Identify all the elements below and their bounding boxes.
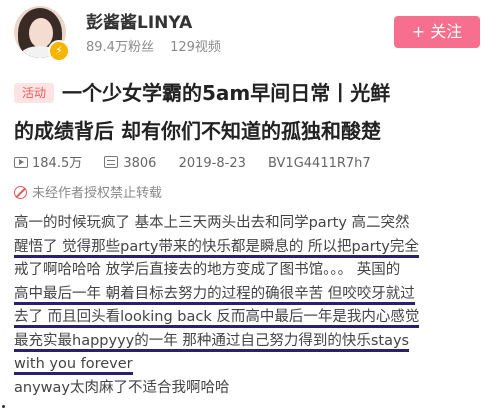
publish-date: 2019-8-23 [178, 156, 246, 171]
desc-line: with you forever [14, 353, 490, 377]
video-stats: 184.5万 3806 2019-8-23 BV1G4411R7h7 [14, 152, 389, 171]
forbidden-icon [14, 186, 27, 199]
desc-text: 戒了啊哈哈哈 放学后直接去的地方变成了图书馆。。。 英国的 [14, 262, 401, 278]
views-stat: 184.5万 [14, 156, 82, 171]
danmaku-stat: 3806 [104, 156, 156, 171]
desc-text-underlined: with you forever [14, 356, 133, 375]
title-line-2: 的成绩背后 却有你们不知道的孤独和酸楚 [14, 119, 381, 143]
desc-line: 高中最后一年 朝着目标去努力的过程的确很辛苦 但咬咬牙就过 [14, 283, 490, 307]
danmaku-count: 3806 [123, 156, 157, 171]
desc-text-underlined: 高中最后一年 朝着目标去努力的过程的确很辛苦 但咬咬牙就过 [14, 285, 415, 305]
uploader-meta: 89.4万粉丝 129视频 [86, 36, 233, 55]
notice-text: 未经作者授权禁止转载 [32, 186, 163, 201]
decorative-dot [2, 405, 5, 408]
desc-line: 去了 而且回头看looking back 反而高中最后一年是我内心感觉 [14, 306, 490, 330]
desc-text-underlined: 最充实最happyyy的一年 那种通过自己努力得到的快乐stays [14, 332, 410, 352]
follow-button[interactable]: + 关注 [394, 16, 480, 48]
desc-line: 最充实最happyyy的一年 那种通过自己努力得到的快乐stays [14, 330, 490, 354]
verified-icon: ⚡ [48, 40, 70, 62]
bvid: BV1G4411R7h7 [268, 156, 371, 171]
video-title: 活动 一个少女学霸的5am早间日常丨光鲜 的成绩背后 却有你们不知道的孤独和酸楚 [14, 74, 490, 150]
activity-badge[interactable]: 活动 [14, 83, 55, 103]
danmaku-icon [104, 156, 119, 168]
title-text-1: 一个少女学霸的5am早间日常丨光鲜 [62, 81, 391, 105]
desc-line: 高一的时候玩疯了 基本上三天两头出去和同学party 高二突然 [14, 212, 490, 236]
desc-line: 戒了啊哈哈哈 放学后直接去的地方变成了图书馆。。。 英国的 [14, 259, 490, 283]
desc-text-underlined: 去了 而且回头看looking back 反而高中最后一年是我内心感觉 [14, 309, 420, 328]
views-count: 184.5万 [32, 156, 83, 171]
title-line-1: 活动 一个少女学霸的5am早间日常丨光鲜 [14, 74, 490, 112]
fans-count: 89.4万粉丝 [86, 40, 154, 55]
desc-text: anyway太肉麻了不适合我啊哈哈 [14, 379, 230, 396]
desc-line: 醒悟了 觉得那些party带来的快乐都是瞬息的 所以把party完全 [14, 236, 490, 260]
uploader-name[interactable]: 彭酱酱LINYA [86, 8, 192, 33]
video-count: 129视频 [170, 40, 221, 55]
desc-line: anyway太肉麻了不适合我啊哈哈 [14, 377, 490, 401]
video-description: 高一的时候玩疯了 基本上三天两头出去和同学party 高二突然 醒悟了 觉得那些… [14, 212, 490, 400]
desc-text-underlined: 醒悟了 觉得那些party带来的快乐都是瞬息的 所以把party完全 [14, 238, 419, 258]
desc-text: 高一的时候玩疯了 基本上三天两头出去和同学party 高二突然 [14, 215, 410, 231]
copyright-notice: 未经作者授权禁止转载 [14, 182, 162, 201]
play-count-icon [14, 157, 28, 168]
